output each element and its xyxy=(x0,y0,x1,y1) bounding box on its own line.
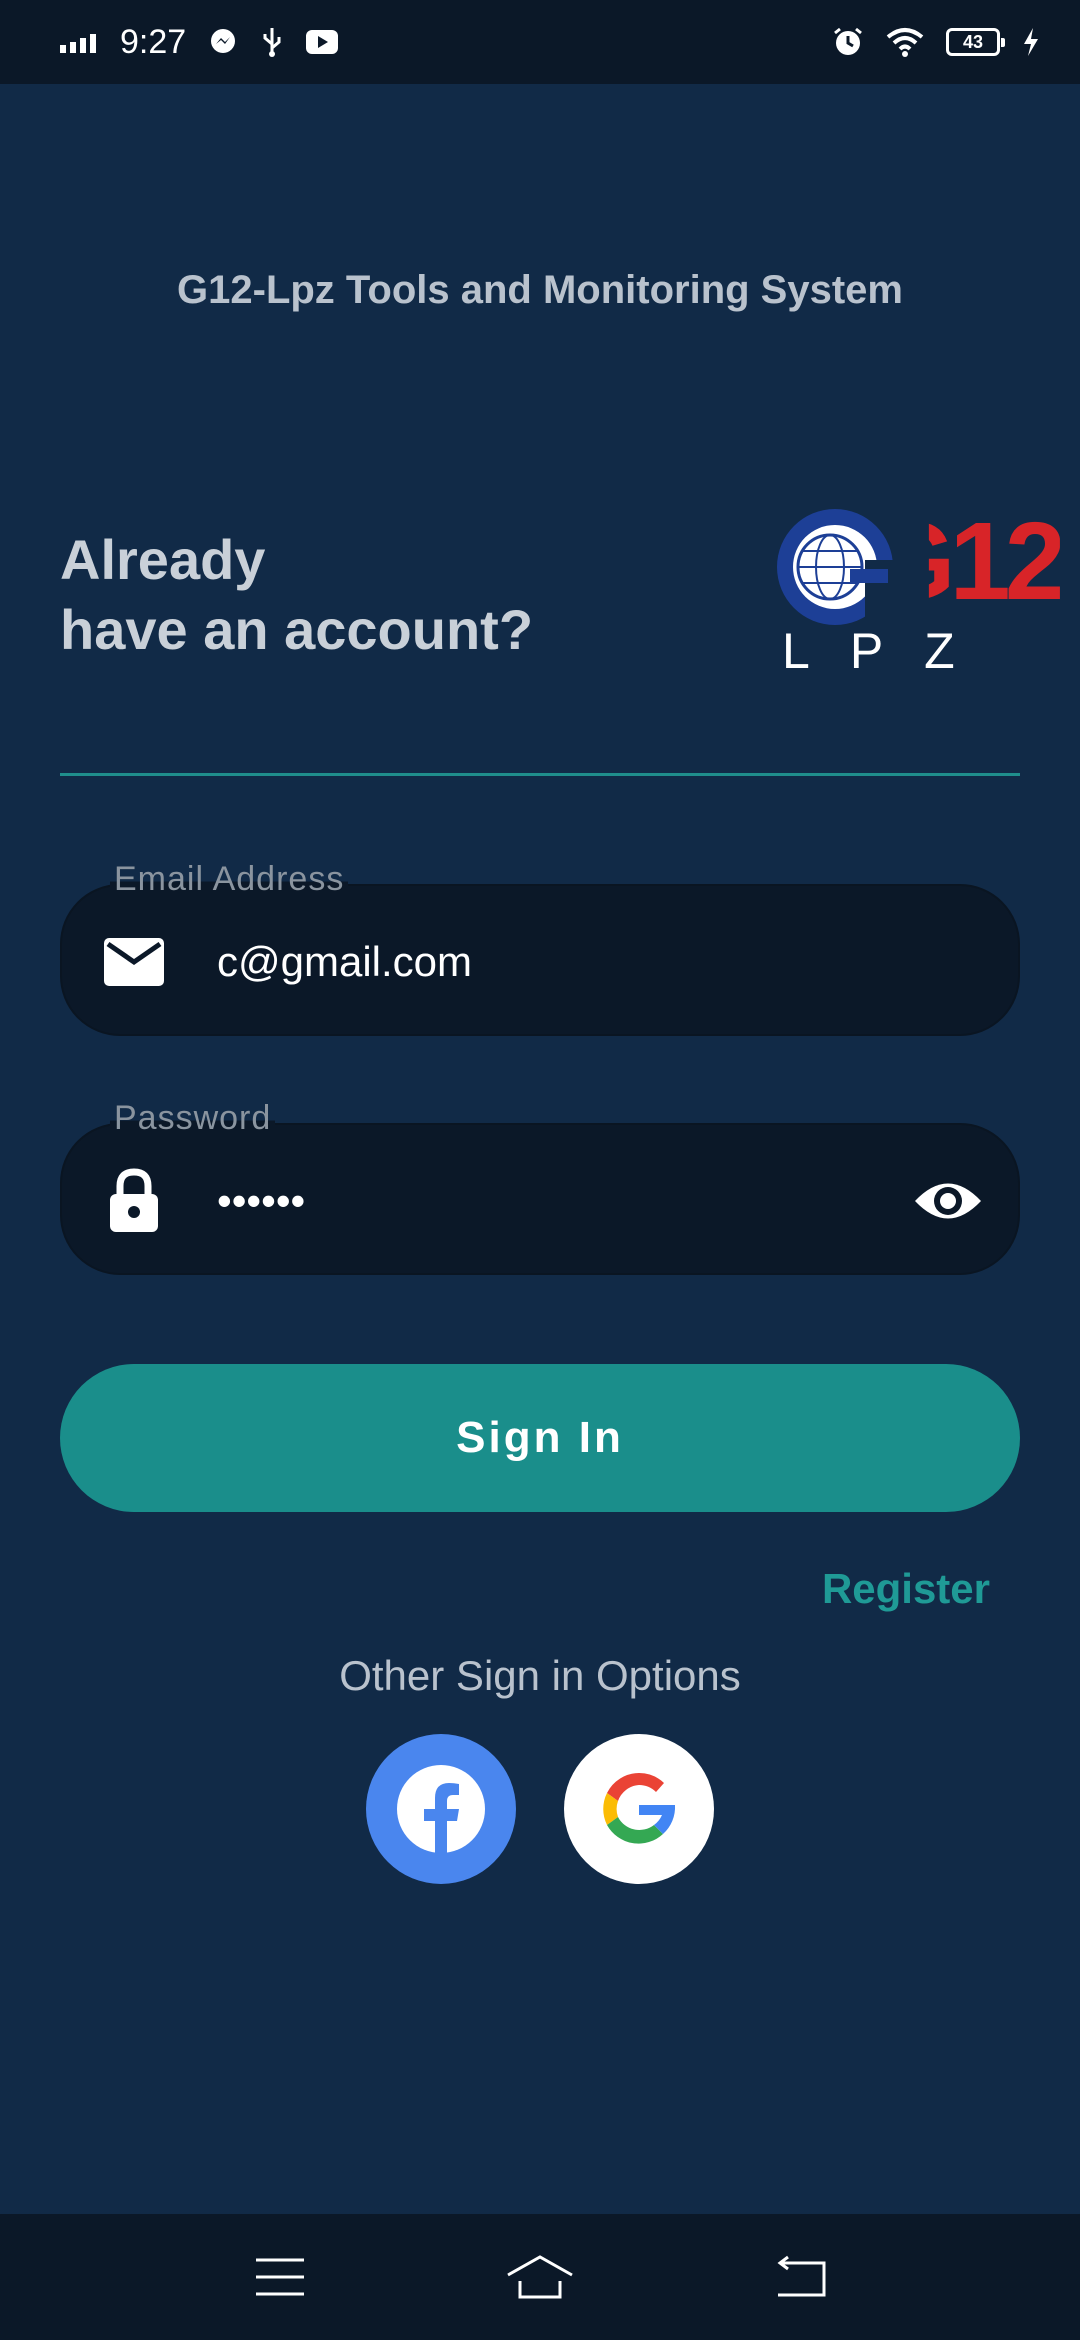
alarm-icon xyxy=(832,26,864,58)
sign-in-button[interactable]: Sign In xyxy=(60,1364,1020,1512)
battery-icon: 43 xyxy=(946,28,1005,56)
lock-icon xyxy=(102,1168,166,1233)
password-input[interactable]: •••••• xyxy=(217,1125,917,1277)
email-field[interactable]: Email Address c@gmail.com xyxy=(60,860,1020,1038)
page-heading: Already have an account? xyxy=(60,525,533,665)
menu-icon[interactable] xyxy=(235,2242,325,2312)
divider xyxy=(60,773,1020,776)
youtube-icon xyxy=(306,30,339,54)
logo-text-bottom: L P Z xyxy=(782,623,969,679)
home-icon[interactable] xyxy=(495,2242,585,2312)
app-title: G12-Lpz Tools and Monitoring System xyxy=(177,268,903,312)
status-bar: 9:27 43 xyxy=(0,0,1080,84)
status-bar-right: 43 xyxy=(832,26,1040,58)
show-password-icon[interactable] xyxy=(912,1165,984,1237)
wifi-icon xyxy=(886,27,924,57)
facebook-sign-in-button[interactable] xyxy=(366,1734,516,1884)
charging-icon xyxy=(1022,27,1040,57)
google-icon xyxy=(603,1772,676,1844)
back-icon[interactable] xyxy=(755,2242,845,2312)
mail-icon xyxy=(102,930,166,994)
heading-line-2: have an account? xyxy=(60,598,534,661)
google-sign-in-button[interactable] xyxy=(564,1734,714,1884)
signal-icon xyxy=(60,31,98,53)
other-sign-in-options-label: Other Sign in Options xyxy=(339,1652,741,1699)
facebook-icon xyxy=(397,1765,485,1855)
messenger-icon xyxy=(208,27,238,57)
register-link[interactable]: Register xyxy=(822,1565,990,1613)
navigation-bar xyxy=(0,2214,1080,2340)
email-input[interactable]: c@gmail.com xyxy=(217,886,917,1038)
heading-line-1: Already xyxy=(60,528,266,591)
password-field[interactable]: Password •••••• xyxy=(60,1099,1020,1277)
g12-lpz-logo: G12 L P Z xyxy=(770,500,1060,679)
status-bar-left: 9:27 xyxy=(60,22,339,62)
status-time: 9:27 xyxy=(120,22,187,61)
usb-icon xyxy=(260,26,284,58)
